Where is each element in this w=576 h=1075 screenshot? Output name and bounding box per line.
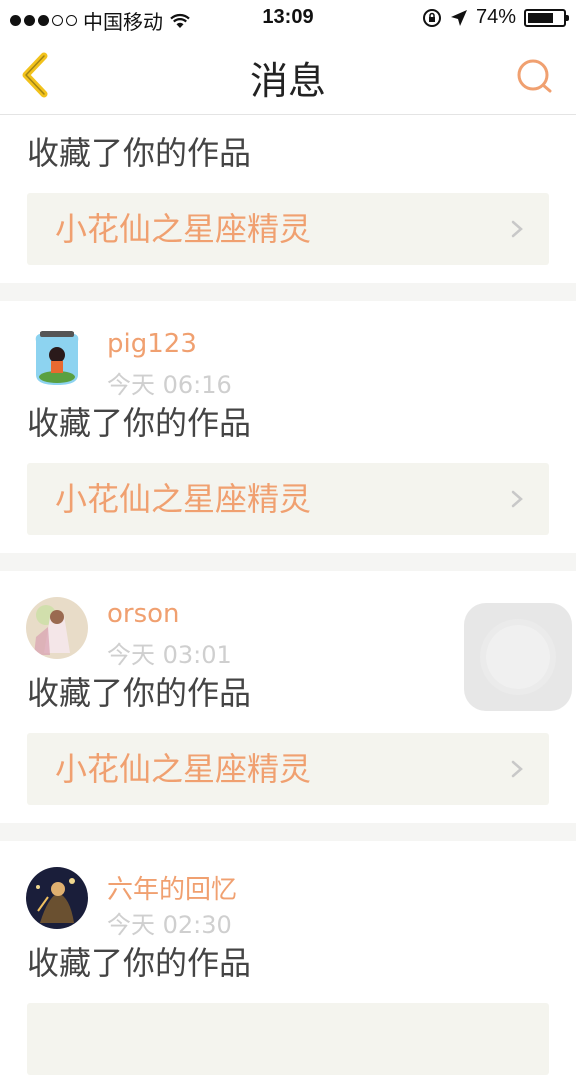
message-card: 收藏了你的作品 小花仙之星座精灵 bbox=[0, 115, 576, 283]
message-card: 六年的回忆 今天 02:30 收藏了你的作品 bbox=[0, 841, 576, 1075]
work-link[interactable]: 小花仙之星座精灵 bbox=[27, 733, 549, 805]
avatar[interactable] bbox=[26, 867, 88, 929]
battery-icon bbox=[524, 8, 569, 27]
work-link[interactable]: 小花仙之星座精灵 bbox=[27, 463, 549, 535]
battery-percent: 74% bbox=[475, 6, 516, 28]
message-card: pig123 今天 06:16 收藏了你的作品 小花仙之星座精灵 bbox=[0, 301, 576, 553]
search-icon[interactable] bbox=[514, 56, 554, 96]
assistive-touch-button[interactable] bbox=[464, 603, 572, 711]
message-action-text: 收藏了你的作品 bbox=[27, 404, 252, 442]
work-title: 小花仙之星座精灵 bbox=[55, 480, 312, 518]
chevron-right-icon bbox=[511, 220, 523, 238]
user-row[interactable]: 六年的回忆 今天 02:30 bbox=[0, 841, 576, 939]
work-title: 小花仙之星座精灵 bbox=[55, 750, 312, 788]
card-separator bbox=[0, 283, 576, 301]
navigation-bar: 消息 bbox=[0, 38, 576, 115]
username[interactable]: orson bbox=[107, 599, 180, 629]
work-link[interactable] bbox=[27, 1003, 549, 1075]
work-link[interactable]: 小花仙之星座精灵 bbox=[27, 193, 549, 265]
card-separator bbox=[0, 553, 576, 571]
location-arrow-icon bbox=[450, 9, 467, 26]
user-row[interactable]: pig123 今天 06:16 bbox=[0, 301, 576, 399]
message-time: 今天 02:30 bbox=[107, 911, 232, 939]
message-action-text: 收藏了你的作品 bbox=[27, 944, 252, 982]
chevron-right-icon bbox=[511, 490, 523, 508]
page-title: 消息 bbox=[249, 59, 326, 103]
status-right: 74% bbox=[422, 6, 569, 29]
message-action-text: 收藏了你的作品 bbox=[27, 134, 252, 172]
avatar[interactable] bbox=[26, 597, 88, 659]
avatar[interactable] bbox=[26, 327, 88, 389]
message-time: 今天 06:16 bbox=[107, 371, 232, 399]
assistive-touch-icon bbox=[486, 625, 550, 689]
card-separator bbox=[0, 823, 576, 841]
work-title: 小花仙之星座精灵 bbox=[55, 210, 312, 248]
chevron-right-icon bbox=[511, 760, 523, 778]
username[interactable]: pig123 bbox=[107, 329, 197, 359]
message-time: 今天 03:01 bbox=[107, 641, 232, 669]
message-list: 收藏了你的作品 小花仙之星座精灵 pig123 今天 06:16 收藏了你的作品… bbox=[0, 115, 576, 1075]
rotation-lock-icon bbox=[422, 8, 441, 27]
status-bar: 中国移动 13:09 74% bbox=[0, 0, 576, 38]
username[interactable]: 六年的回忆 bbox=[107, 869, 237, 906]
